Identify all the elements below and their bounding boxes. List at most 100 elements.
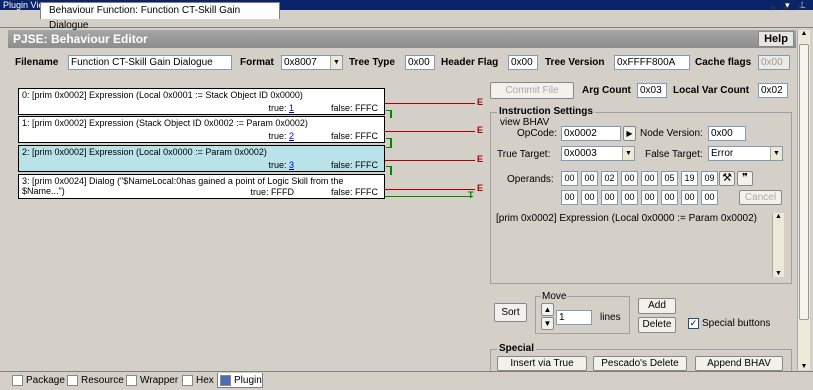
error-marker: E: [477, 183, 484, 193]
cache-flags-field: 0x00: [758, 55, 790, 70]
tab-wrapper[interactable]: Wrapper: [124, 373, 178, 388]
description-scrollbar[interactable]: ▲ ▼: [772, 213, 784, 277]
false-target-value: FFFC: [355, 103, 378, 113]
operand-10[interactable]: 00: [601, 190, 618, 205]
insert-via-true-button[interactable]: Insert via True: [497, 356, 587, 371]
true-target-link[interactable]: 3: [289, 160, 294, 170]
true-target-select[interactable]: 0x0003 ▼: [561, 146, 635, 161]
special-buttons-label: Special buttons: [702, 318, 771, 329]
local-var-count-field[interactable]: 0x02: [758, 83, 788, 98]
operand-6[interactable]: 19: [681, 171, 698, 186]
instruction-text: 3: [prim 0x0024] Dialog ("$NameLocal:0ha…: [22, 176, 344, 186]
filename-field[interactable]: Function CT-Skill Gain Dialogue: [68, 55, 232, 70]
true-target-link[interactable]: 1: [289, 103, 294, 113]
operand-2[interactable]: 02: [601, 171, 618, 186]
format-select[interactable]: 0x8007 ▼: [281, 55, 343, 70]
help-button[interactable]: Help: [758, 31, 794, 47]
chevron-down-icon[interactable]: ▼: [330, 56, 342, 69]
tab-package[interactable]: Package: [10, 373, 65, 388]
tab-label: Resource: [81, 375, 124, 386]
pescados-delete-button[interactable]: Pescado's Delete: [593, 356, 687, 371]
description-text: [prim 0x0002] Expression (Local 0x0000 :…: [496, 213, 757, 224]
tab-hex[interactable]: Hex: [180, 373, 214, 388]
document-tab[interactable]: Behaviour Function: Function CT-Skill Ga…: [40, 2, 280, 31]
special-buttons-checkbox[interactable]: ✓: [688, 318, 699, 329]
false-target: false: FFFC: [331, 103, 378, 113]
tab-label: Wrapper: [140, 375, 179, 386]
operand-4[interactable]: 00: [641, 171, 658, 186]
instruction-box-2[interactable]: 2: [prim 0x0002] Expression (Local 0x000…: [18, 145, 385, 172]
operand-1[interactable]: 00: [581, 171, 598, 186]
move-up-icon[interactable]: ▲: [541, 303, 554, 316]
cancel-button[interactable]: Cancel: [739, 190, 782, 205]
add-button[interactable]: Add: [638, 298, 676, 314]
tree-type-label: Tree Type: [349, 57, 395, 68]
operand-7[interactable]: 09: [701, 171, 718, 186]
tab-nav-arrows-icon[interactable]: ◂ ▸ ✕: [770, 2, 807, 13]
tab-label: Plugin: [234, 375, 262, 386]
operand-3[interactable]: 00: [621, 171, 638, 186]
operand-0[interactable]: 00: [561, 171, 578, 186]
opcode-arrow-icon[interactable]: ▶: [623, 126, 636, 141]
false-label: false:: [330, 131, 353, 141]
arg-count-field[interactable]: 0x03: [637, 83, 667, 98]
false-label: false:: [330, 103, 353, 113]
chevron-down-icon[interactable]: ▼: [622, 147, 634, 160]
hex-icon: [182, 375, 193, 386]
chevron-down-icon[interactable]: ▼: [770, 147, 782, 160]
tree-type-field[interactable]: 0x00: [405, 55, 435, 70]
operand-11[interactable]: 00: [621, 190, 638, 205]
view-bhav-label: view BHAV: [500, 117, 550, 128]
scroll-up-icon[interactable]: ▲: [798, 30, 810, 37]
operand-9[interactable]: 00: [581, 190, 598, 205]
false-connector-1: [385, 131, 475, 132]
commit-file-button[interactable]: Commit File: [490, 82, 574, 99]
true-target-link[interactable]: 2: [289, 131, 294, 141]
tab-resource[interactable]: Resource: [65, 373, 124, 388]
tree-version-field[interactable]: 0xFFFF800A: [614, 55, 690, 70]
main-scrollbar[interactable]: ▲ ▼: [797, 30, 810, 370]
tab-plugin[interactable]: Plugin: [217, 373, 263, 388]
format-value: 0x8007: [284, 57, 317, 68]
quote-icon[interactable]: ❞: [737, 171, 753, 186]
operand-12[interactable]: 00: [641, 190, 658, 205]
operand-8[interactable]: 00: [561, 190, 578, 205]
scroll-thumb[interactable]: [799, 44, 809, 320]
false-target-value: FFFC: [355, 187, 378, 197]
scroll-down-icon[interactable]: ▼: [798, 363, 810, 370]
operand-15[interactable]: 00: [701, 190, 718, 205]
instruction-box-0[interactable]: 0: [prim 0x0002] Expression (Local 0x000…: [18, 88, 385, 115]
editor-header: PJSE: Behaviour Editor: [8, 30, 796, 48]
false-target-value: FFFC: [355, 131, 378, 141]
operand-5[interactable]: 05: [661, 171, 678, 186]
error-marker: E: [477, 97, 484, 107]
true-loop-2: [386, 166, 392, 175]
delete-button[interactable]: Delete: [638, 317, 676, 333]
opcode-field[interactable]: 0x0002: [561, 126, 621, 141]
scroll-up-icon[interactable]: ▲: [773, 213, 784, 220]
operands-label: Operands:: [507, 174, 554, 185]
header-flag-field[interactable]: 0x00: [508, 55, 538, 70]
false-target-select[interactable]: Error ▼: [708, 146, 783, 161]
sort-button[interactable]: Sort: [494, 303, 527, 322]
wrench-icon[interactable]: ⚒: [719, 171, 735, 186]
false-target-label: False Target:: [645, 149, 703, 160]
node-version-field[interactable]: 0x00: [708, 126, 746, 141]
instruction-box-3[interactable]: 3: [prim 0x0024] Dialog ("$NameLocal:0ha…: [18, 174, 385, 199]
scroll-down-icon[interactable]: ▼: [773, 270, 784, 277]
true-target: true: FFFD: [250, 187, 294, 197]
move-down-icon[interactable]: ▼: [541, 317, 554, 330]
error-marker: E: [477, 154, 484, 164]
false-target-value: FFFC: [355, 160, 378, 170]
true-target: true: 3: [268, 160, 294, 170]
false-target: false: FFFC: [331, 131, 378, 141]
instruction-box-1[interactable]: 1: [prim 0x0002] Expression (Stack Objec…: [18, 116, 385, 143]
instruction-settings-title: Instruction Settings: [497, 106, 595, 117]
true-label: true:: [268, 103, 287, 113]
append-bhav-button[interactable]: Append BHAV: [695, 356, 783, 371]
move-lines-field[interactable]: 1: [556, 310, 592, 325]
operand-13[interactable]: 00: [661, 190, 678, 205]
true-connector-3: [385, 196, 473, 197]
lines-label: lines: [600, 312, 621, 323]
operand-14[interactable]: 00: [681, 190, 698, 205]
